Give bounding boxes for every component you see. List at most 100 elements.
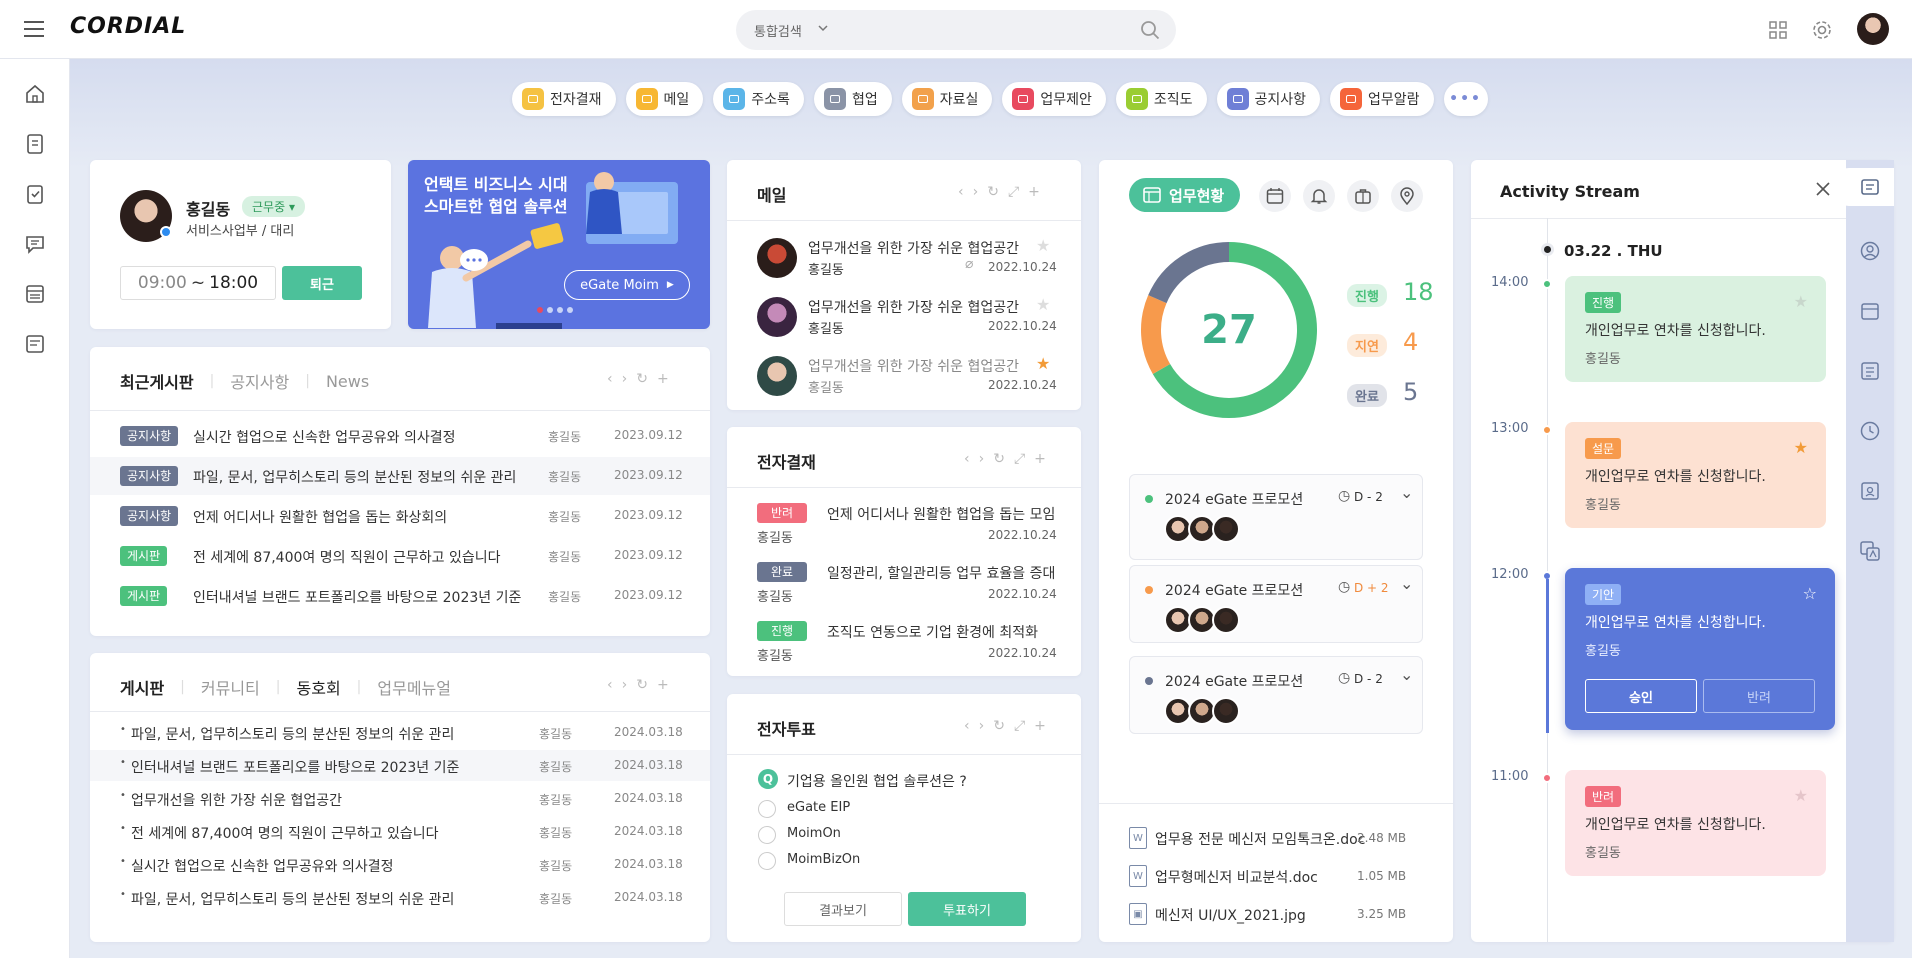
mail-subject[interactable]: 업무개선을 위한 가장 쉬운 협업공간 (808, 297, 1019, 317)
board-title[interactable]: 인터내셔널 브랜드 포트폴리오를 바탕으로 2023년 기준 (193, 587, 521, 607)
checkout-button[interactable]: 퇴근 (282, 266, 362, 300)
work-status-tab[interactable]: 업무현황 (1129, 178, 1241, 212)
mail-item[interactable]: 업무개선을 위한 가장 쉬운 협업공간 홍길동 2022.10.24 ★ (727, 295, 1081, 349)
approval-item[interactable]: 완료 일정관리, 할일관리등 업무 효율을 증대 홍길동 2022.10.24 (727, 562, 1081, 612)
star-icon[interactable]: ★ (1036, 236, 1050, 255)
reject-button[interactable]: 반려 (1703, 679, 1815, 713)
next-arrow-icon[interactable]: › (979, 452, 985, 466)
activity-feed-icon[interactable] (1859, 176, 1881, 198)
vote-option[interactable]: eGate EIP (758, 799, 1008, 819)
project-card[interactable]: 2024 eGate 프로모션 ◷ D - 2 ⌄ (1129, 474, 1423, 560)
shortcut-mail[interactable]: 메일 (625, 82, 704, 116)
star-icon[interactable]: ★ (1036, 295, 1050, 314)
refresh-icon[interactable]: ↻ (636, 372, 648, 386)
shortcut-proposal[interactable]: 업무제안 (1002, 82, 1106, 116)
contact-card-icon[interactable] (1859, 480, 1881, 502)
tab-3[interactable]: 업무메뉴얼 (377, 675, 451, 699)
board-row[interactable]: • 실시간 협업으로 신속한 업무공유와 의사결정 홍길동 2024.03.18 (90, 849, 710, 880)
board-title[interactable]: 업무개선을 위한 가장 쉬운 협업공간 (131, 790, 342, 810)
file-item[interactable]: W 업무형메신저 비교분석.doc 1.05 MB (1129, 863, 1423, 889)
prev-arrow-icon[interactable]: ‹ (958, 185, 964, 199)
add-icon[interactable]: + (657, 372, 669, 386)
radio-button[interactable] (758, 800, 776, 818)
more-shortcuts-button[interactable]: ••• (1443, 82, 1488, 116)
activity-card[interactable]: 설문 개인업무로 연차를 신청합니다. 홍길동 ★ (1565, 422, 1826, 528)
home-icon[interactable] (24, 83, 46, 105)
next-arrow-icon[interactable]: › (622, 372, 628, 386)
approval-item[interactable]: 반려 언제 어디서나 원활한 협업을 돕는 모임 홍길동 2022.10.24 (727, 503, 1081, 553)
tab-0[interactable]: 최근게시판 (120, 369, 194, 393)
project-card[interactable]: 2024 eGate 프로모션 ◷ D + 2 ⌄ (1129, 565, 1423, 643)
next-arrow-icon[interactable]: › (979, 719, 985, 733)
clock-icon[interactable] (1859, 420, 1881, 442)
calendar-icon[interactable] (1859, 300, 1881, 322)
shortcut-collaboration[interactable]: 협업 (813, 82, 892, 116)
board-row[interactable]: 게시판 인터내셔널 브랜드 포트폴리오를 바탕으로 2023년 기준 홍길동 2023… (90, 577, 710, 615)
next-arrow-icon[interactable]: › (622, 678, 628, 692)
user-avatar[interactable] (1857, 13, 1889, 45)
board-row[interactable]: 공지사항 실시간 협업으로 신속한 업무공유와 의사결정 홍길동 2023.09.12 (90, 417, 710, 455)
user-profile-icon[interactable] (1859, 240, 1881, 262)
tab-2[interactable]: 동호회 (297, 675, 341, 699)
file-item[interactable]: ▣ 메신저 UI/UX_2021.jpg 3.25 MB (1129, 901, 1423, 927)
file-item[interactable]: W 업무용 전문 메신저 모임톡크온.doc 2.48 MB (1129, 825, 1423, 851)
radio-button[interactable] (758, 852, 776, 870)
expand-icon[interactable]: ⤢ (1014, 452, 1025, 466)
shortcut-alarm[interactable]: 업무알람 (1330, 82, 1434, 116)
board-list-icon[interactable] (24, 283, 46, 305)
shortcut-notice[interactable]: 공지사항 (1216, 82, 1321, 116)
add-icon[interactable]: + (1028, 185, 1040, 199)
prev-arrow-icon[interactable]: ‹ (607, 372, 613, 386)
task-check-icon[interactable] (24, 183, 46, 205)
work-status-badge[interactable]: 근무중 ▾ (242, 196, 305, 217)
approval-title[interactable]: 언제 어디서나 원활한 협업을 돕는 모임 (827, 504, 1055, 524)
bell-icon[interactable] (1303, 180, 1335, 212)
promo-banner[interactable]: 언택트 비즈니스 시대 스마트한 협업 솔루션 eGate Moim ▶ (408, 160, 710, 329)
prev-arrow-icon[interactable]: ‹ (964, 719, 970, 733)
prev-arrow-icon[interactable]: ‹ (607, 678, 613, 692)
add-icon[interactable]: + (657, 678, 669, 692)
prev-arrow-icon[interactable]: ‹ (964, 452, 970, 466)
board-title[interactable]: 인터내셔널 브랜드 포트폴리오를 바탕으로 2023년 기준 (131, 757, 459, 777)
board-title[interactable]: 파일, 문서, 업무히스토리 등의 분산된 정보의 쉬운 관리 (193, 467, 516, 487)
document-icon[interactable] (24, 333, 46, 355)
shortcut-approval[interactable]: 전자결재 (512, 82, 616, 116)
board-row[interactable]: • 인터내셔널 브랜드 포트폴리오를 바탕으로 2023년 기준 홍길동 2024.0… (90, 750, 710, 781)
translate-icon[interactable] (1859, 540, 1881, 562)
activity-card[interactable]: 진행 개인업무로 연차를 신청합니다. 홍길동 ★ (1565, 276, 1826, 382)
add-icon[interactable]: + (1034, 452, 1046, 466)
chevron-down-icon[interactable]: ⌄ (1400, 483, 1413, 502)
star-icon[interactable]: ★ (1794, 786, 1808, 805)
add-icon[interactable]: + (1034, 719, 1046, 733)
refresh-icon[interactable]: ↻ (993, 719, 1005, 733)
mail-item[interactable]: 업무개선을 위한 가장 쉬운 협업공간 홍길동 2022.10.24 ★ ⌀ (727, 236, 1081, 290)
notebook-icon[interactable] (24, 133, 46, 155)
shortcut-contacts[interactable]: 주소록 (713, 82, 804, 116)
approval-title[interactable]: 조직도 연동으로 기업 환경에 최적화 (827, 622, 1038, 642)
star-icon[interactable]: ★ (1794, 438, 1808, 457)
board-title[interactable]: 파일, 문서, 업무히스토리 등의 분산된 정보의 쉬운 관리 (131, 724, 454, 744)
close-icon[interactable] (1816, 182, 1830, 196)
file-name[interactable]: 업무용 전문 메신저 모임톡크온.doc (1155, 829, 1365, 849)
refresh-icon[interactable]: ↻ (987, 185, 999, 199)
location-pin-icon[interactable] (1391, 180, 1423, 212)
vote-option[interactable]: MoimOn (758, 825, 1008, 845)
board-row[interactable]: • 전 세계에 87,400여 명의 직원이 근무하고 있습니다 홍길동 2024.0… (90, 816, 710, 847)
tab-1[interactable]: 공지사항 (230, 369, 289, 393)
expand-icon[interactable]: ⤢ (1014, 719, 1025, 733)
star-icon[interactable]: ★ (1794, 292, 1808, 311)
board-row[interactable]: 공지사항 파일, 문서, 업무히스토리 등의 분산된 정보의 쉬운 관리 홍길동 20… (90, 457, 710, 495)
chevron-down-icon[interactable]: ⌄ (1400, 665, 1413, 684)
board-title[interactable]: 실시간 협업으로 신속한 업무공유와 의사결정 (193, 427, 456, 447)
board-row[interactable]: 공지사항 언제 어디서나 원활한 협업을 돕는 화상회의 홍길동 2023.09.12 (90, 497, 710, 535)
shortcut-org-chart[interactable]: 조직도 (1115, 82, 1207, 116)
memo-icon[interactable] (1859, 360, 1881, 382)
approve-button[interactable]: 승인 (1585, 679, 1697, 713)
calendar-icon[interactable] (1259, 180, 1291, 212)
chevron-down-icon[interactable]: ⌄ (1400, 574, 1413, 593)
star-icon[interactable]: ★ (1036, 354, 1050, 373)
app-logo[interactable]: CORDIAL (70, 14, 186, 39)
search-scope-select[interactable]: 통합검색 (754, 21, 802, 40)
radio-button[interactable] (758, 826, 776, 844)
chat-icon[interactable] (24, 233, 46, 255)
